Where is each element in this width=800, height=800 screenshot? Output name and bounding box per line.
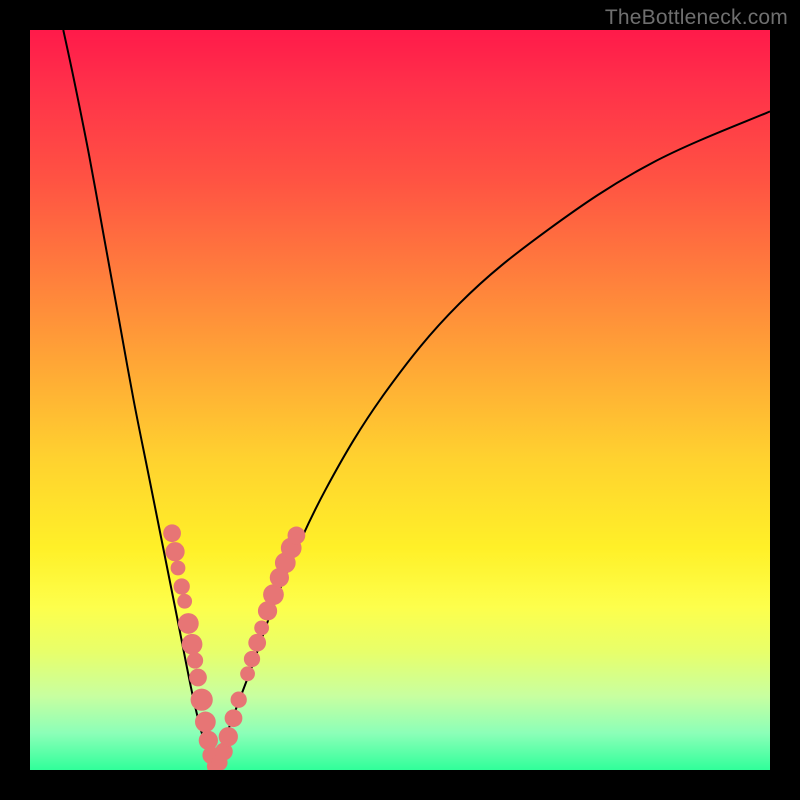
data-bead <box>195 712 216 733</box>
data-bead <box>187 652 203 668</box>
data-bead <box>163 524 181 542</box>
plot-area <box>30 30 770 770</box>
chart-svg <box>30 30 770 770</box>
data-bead <box>244 651 260 667</box>
data-bead <box>182 634 203 655</box>
chart-frame: TheBottleneck.com <box>0 0 800 800</box>
data-bead <box>165 542 184 561</box>
data-bead <box>191 689 213 711</box>
data-bead <box>219 727 238 746</box>
data-bead <box>225 709 243 727</box>
watermark-text: TheBottleneck.com <box>605 6 788 30</box>
data-bead <box>174 578 190 594</box>
data-bead <box>189 669 207 687</box>
data-bead <box>263 584 284 605</box>
data-bead <box>171 561 186 576</box>
data-bead <box>240 666 255 681</box>
data-bead <box>254 621 269 636</box>
right-branch-curve <box>215 111 770 770</box>
data-bead <box>248 634 266 652</box>
data-bead <box>177 594 192 609</box>
data-bead <box>231 692 247 708</box>
data-bead <box>178 613 199 634</box>
data-bead <box>288 527 306 545</box>
data-beads <box>163 524 305 770</box>
